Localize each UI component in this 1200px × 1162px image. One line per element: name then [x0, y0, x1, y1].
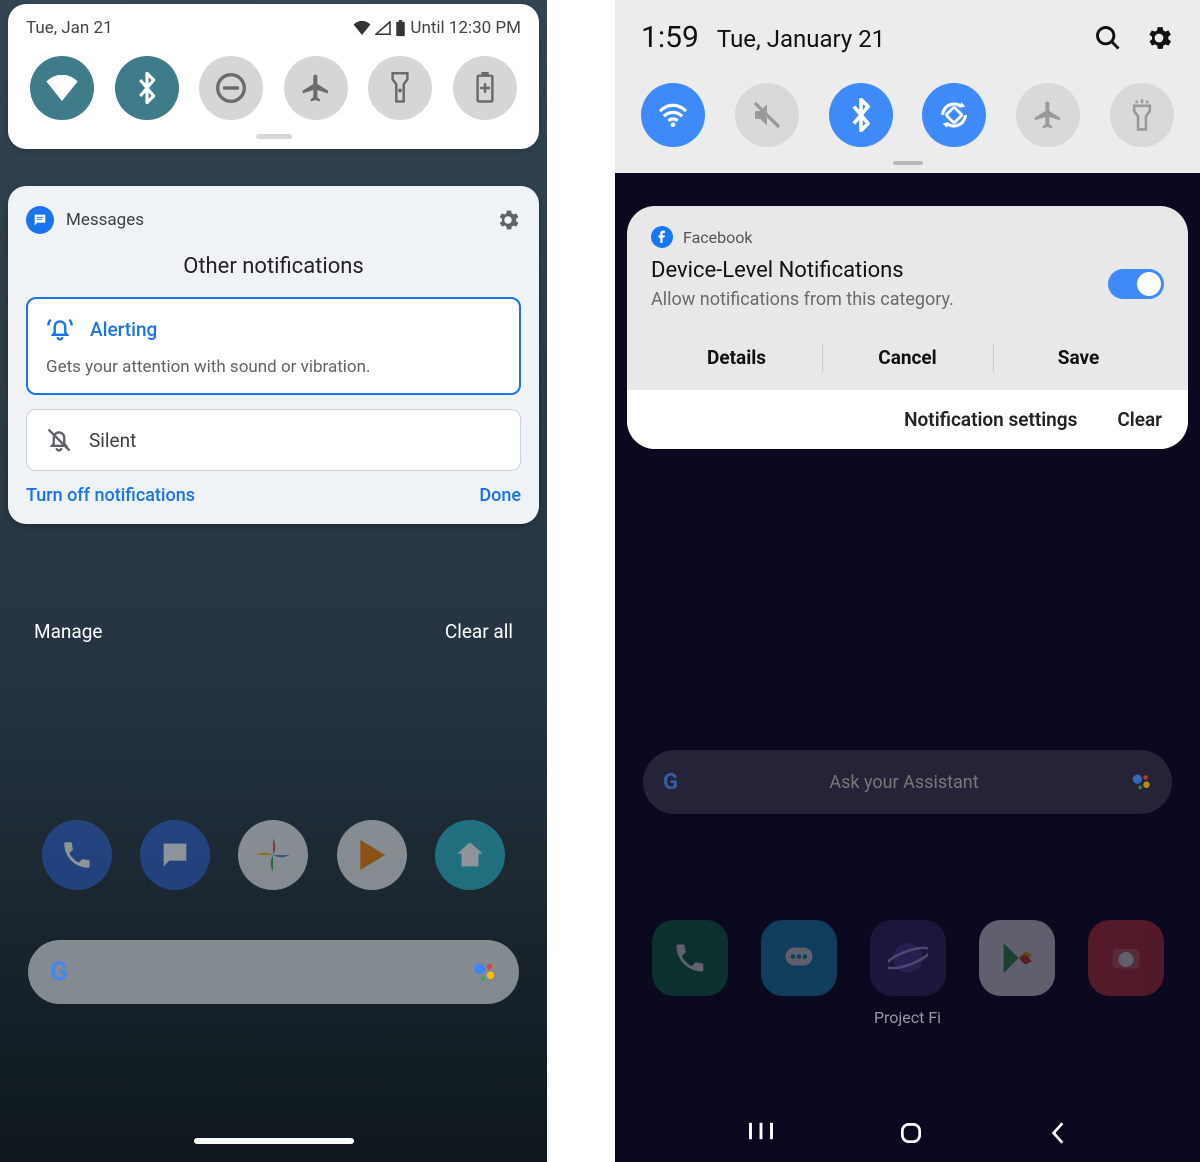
dnd-icon — [215, 72, 247, 104]
photos-app-icon[interactable] — [238, 820, 308, 890]
google-g-icon: G — [663, 770, 678, 795]
search-icon[interactable] — [1094, 24, 1122, 52]
bluetooth-toggle[interactable] — [115, 56, 179, 120]
pixel-quick-settings-panel: Tue, Jan 21 Until 12:30 PM — [8, 4, 539, 149]
pixel-status-bar: Tue, Jan 21 Until 12:30 PM — [26, 18, 521, 38]
airplane-icon — [300, 72, 332, 104]
bluetooth-icon — [137, 72, 157, 104]
alerting-option[interactable]: Alerting Gets your attention with sound … — [26, 297, 521, 395]
wifi-icon — [46, 75, 78, 101]
clear-all-button[interactable]: Clear all — [445, 620, 513, 643]
manage-button[interactable]: Manage — [34, 620, 103, 643]
battery-until-text: Until 12:30 PM — [410, 18, 521, 38]
bluetooth-icon — [850, 98, 872, 132]
auto-rotate-icon — [937, 98, 971, 132]
folder-label: Project Fi — [615, 1008, 1200, 1027]
clear-button[interactable]: Clear — [1117, 408, 1162, 431]
assistant-search-bar[interactable]: G Ask your Assistant — [643, 750, 1172, 814]
assistant-icon — [1130, 771, 1152, 793]
notification-settings-link[interactable]: Notification settings — [904, 408, 1077, 431]
assistant-icon — [471, 959, 497, 985]
flashlight-toggle[interactable] — [1110, 83, 1174, 147]
notification-channel-title: Device-Level Notifications — [651, 258, 954, 283]
samsung-quick-settings-panel: 1:59 Tue, January 21 — [615, 0, 1200, 173]
wifi-toggle[interactable] — [641, 83, 705, 147]
notification-card-title: Other notifications — [26, 254, 521, 279]
home-nav-icon[interactable] — [898, 1120, 924, 1146]
status-time: 1:59 — [641, 20, 699, 55]
recents-nav-icon[interactable] — [747, 1120, 775, 1146]
phone-app-icon[interactable] — [652, 920, 728, 996]
flashlight-icon — [1128, 98, 1156, 132]
notification-app-name: Messages — [66, 210, 144, 230]
notification-channel-switch[interactable] — [1108, 269, 1164, 299]
home-app-icon[interactable] — [435, 820, 505, 890]
silent-option-label: Silent — [89, 429, 136, 452]
airplane-toggle[interactable] — [284, 56, 348, 120]
notification-channel-subtitle: Allow notifications from this category. — [651, 289, 954, 310]
samsung-dock — [615, 920, 1200, 996]
done-button[interactable]: Done — [479, 485, 521, 506]
sound-toggle[interactable] — [735, 83, 799, 147]
samsung-nav-bar — [615, 1120, 1200, 1146]
camera-app-icon[interactable] — [1088, 920, 1164, 996]
phone-app-icon[interactable] — [42, 820, 112, 890]
messages-dock-icon[interactable] — [140, 820, 210, 890]
dnd-toggle[interactable] — [199, 56, 263, 120]
bluetooth-toggle[interactable] — [829, 83, 893, 147]
wifi-icon — [656, 102, 690, 128]
notification-app-name: Facebook — [683, 228, 752, 247]
turn-off-notifications-link[interactable]: Turn off notifications — [26, 485, 195, 506]
alerting-option-desc: Gets your attention with sound or vibrat… — [46, 357, 501, 377]
flashlight-toggle[interactable] — [368, 56, 432, 120]
auto-rotate-toggle[interactable] — [922, 83, 986, 147]
battery-saver-toggle[interactable] — [453, 56, 517, 120]
airplane-toggle[interactable] — [1016, 83, 1080, 147]
details-button[interactable]: Details — [651, 330, 822, 386]
pixel-search-bar[interactable]: G — [28, 940, 519, 1004]
quick-settings-drag-handle[interactable] — [893, 161, 923, 165]
bell-off-icon — [45, 426, 73, 454]
quick-settings-drag-handle[interactable] — [256, 134, 292, 139]
notification-settings-gear-icon[interactable] — [495, 207, 521, 233]
pixel-notification-channel-card: Messages Other notifications Alerting Ge… — [8, 186, 539, 524]
assistant-placeholder: Ask your Assistant — [829, 772, 978, 793]
settings-gear-icon[interactable] — [1144, 23, 1174, 53]
google-g-icon: G — [50, 957, 68, 987]
save-button[interactable]: Save — [993, 330, 1164, 386]
internet-app-icon[interactable] — [870, 920, 946, 996]
alerting-option-label: Alerting — [90, 318, 157, 341]
play-music-app-icon[interactable] — [337, 820, 407, 890]
status-date: Tue, January 21 — [717, 25, 885, 53]
pixel-screenshot: Tue, Jan 21 Until 12:30 PM — [0, 0, 547, 1162]
messages-app-icon[interactable] — [761, 920, 837, 996]
messages-app-icon — [26, 206, 54, 234]
battery-status-icon — [395, 20, 406, 37]
battery-saver-icon — [474, 72, 496, 104]
play-store-app-icon[interactable] — [979, 920, 1055, 996]
airplane-icon — [1032, 99, 1064, 131]
wifi-toggle[interactable] — [30, 56, 94, 120]
wifi-status-icon — [353, 21, 371, 35]
screenshot-divider — [547, 0, 615, 1162]
pixel-gesture-bar[interactable] — [194, 1138, 354, 1144]
facebook-app-icon — [651, 226, 673, 248]
bell-ring-icon — [46, 315, 74, 343]
silent-option[interactable]: Silent — [26, 409, 521, 471]
samsung-notification-channel-card: Facebook Device-Level Notifications Allo… — [627, 206, 1188, 449]
cancel-button[interactable]: Cancel — [822, 330, 993, 386]
samsung-screenshot: 1:59 Tue, January 21 — [615, 0, 1200, 1162]
pixel-dock — [0, 820, 547, 890]
back-nav-icon[interactable] — [1047, 1120, 1069, 1146]
sound-mute-icon — [751, 99, 783, 131]
cellular-status-icon — [375, 21, 391, 35]
status-date: Tue, Jan 21 — [26, 18, 113, 38]
flashlight-icon — [389, 72, 411, 104]
